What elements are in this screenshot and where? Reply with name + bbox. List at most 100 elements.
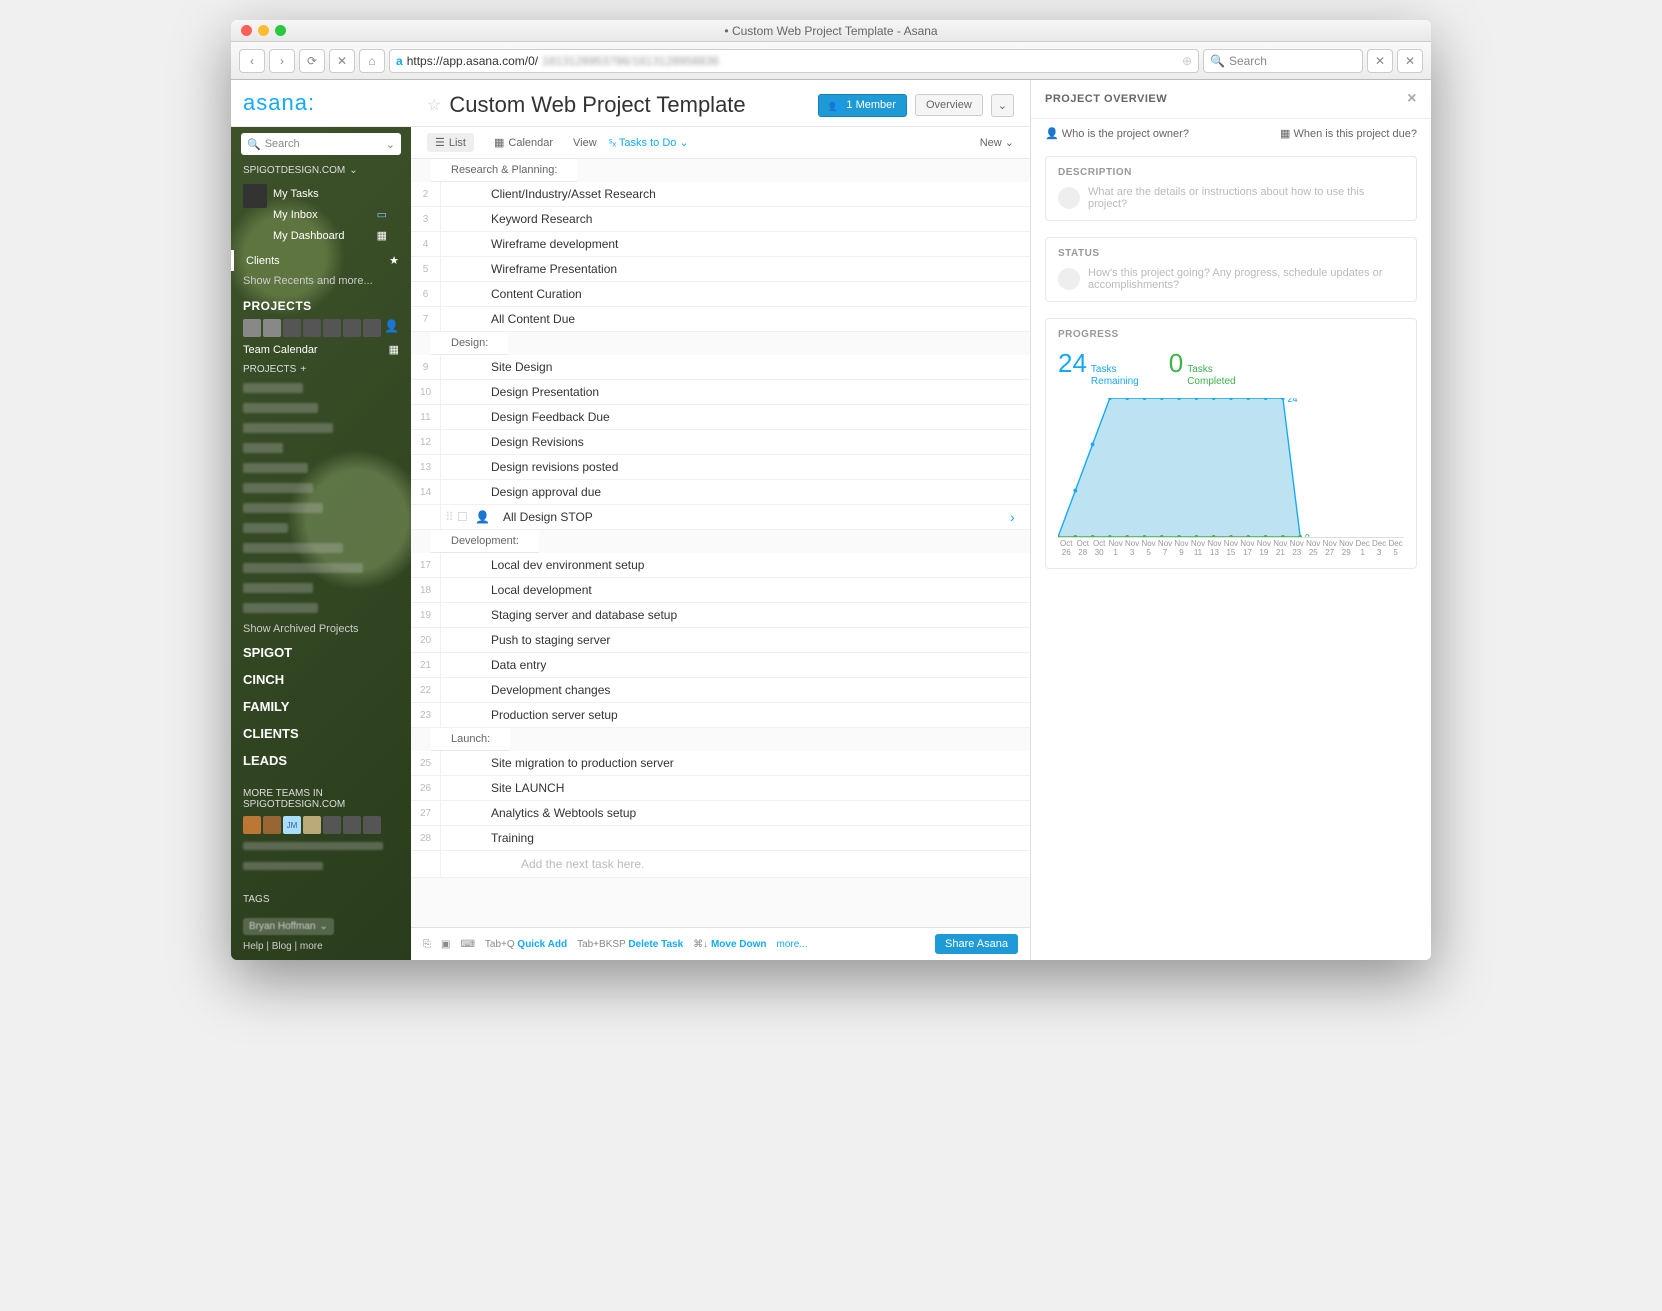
task-row-selected[interactable]: ⠿☐👤All Design STOP› [411,505,1030,530]
task-title[interactable]: All Content Due [441,307,1030,331]
task-title[interactable]: Site LAUNCH [441,776,1030,800]
task-row[interactable]: 14Design approval due [411,480,1030,505]
extension-button[interactable]: ✕ [1397,49,1423,73]
task-row[interactable]: 18Local development [411,578,1030,603]
more-shortcuts[interactable]: more... [777,939,808,950]
stop-button[interactable]: ✕ [329,49,355,73]
task-row[interactable]: 12Design Revisions [411,430,1030,455]
task-row[interactable]: 19Staging server and database setup [411,603,1030,628]
task-row[interactable]: 28Training [411,826,1030,851]
task-row[interactable]: 27Analytics & Webtools setup [411,801,1030,826]
bookmark-button[interactable]: ✕ [1367,49,1393,73]
task-title[interactable]: Push to staging server [441,628,1030,652]
team-leads[interactable]: LEADS [231,747,411,774]
project-item[interactable] [231,559,411,579]
sidebar-search[interactable]: 🔍 Search ⌄ [241,133,401,155]
user-menu[interactable]: Bryan Hoffman⌄ [243,918,334,935]
card-icon[interactable]: ▣ [441,939,450,950]
drag-handle-icon[interactable]: ⠿ [441,510,457,524]
add-task-placeholder[interactable]: Add the next task here. [441,851,654,877]
task-title[interactable]: Site migration to production server [441,751,1030,775]
overview-button[interactable]: Overview [915,94,983,116]
tasks-filter[interactable]: ˢₓ Tasks to Do ⌄ [609,136,689,149]
task-title[interactable]: All Design STOP [493,505,1010,529]
task-title[interactable]: Site Design [441,355,1030,379]
task-title[interactable]: Design Feedback Due [441,405,1030,429]
team-family[interactable]: FAMILY [231,693,411,720]
expand-icon[interactable]: ⎘ [423,939,431,950]
task-title[interactable]: Client/Industry/Asset Research [441,182,1030,206]
details-arrow-icon[interactable]: › [1010,509,1030,525]
assignee-icon[interactable]: 👤 [475,510,493,524]
task-row[interactable]: 21Data entry [411,653,1030,678]
task-title[interactable]: Staging server and database setup [441,603,1030,627]
task-title[interactable]: Production server setup [441,703,1030,727]
team-cinch[interactable]: CINCH [231,666,411,693]
project-due-field[interactable]: ▦ When is this project due? [1280,127,1417,140]
task-title[interactable]: Design approval due [441,480,1030,504]
description-box[interactable]: DESCRIPTION What are the details or inst… [1045,156,1417,221]
project-menu-button[interactable]: ⌄ [991,94,1014,117]
section-header[interactable]: Development: [431,530,539,553]
task-row[interactable]: 22Development changes [411,678,1030,703]
task-title[interactable]: Keyword Research [441,207,1030,231]
back-button[interactable]: ‹ [239,49,265,73]
section-header[interactable]: Design: [431,332,508,355]
project-item[interactable] [231,459,411,479]
task-title[interactable]: Design Presentation [441,380,1030,404]
task-title[interactable]: Analytics & Webtools setup [441,801,1030,825]
nav-my-tasks[interactable]: My Tasks [273,184,399,204]
project-item[interactable] [231,379,411,399]
project-item[interactable] [231,479,411,499]
home-button[interactable]: ⌂ [359,49,385,73]
nav-clients[interactable]: Clients★ [231,250,411,271]
team-clients[interactable]: CLIENTS [231,720,411,747]
project-item[interactable] [231,519,411,539]
task-title[interactable]: Wireframe development [441,232,1030,256]
close-panel-icon[interactable]: × [1407,90,1417,108]
asana-logo[interactable]: asana: [231,80,411,127]
new-menu[interactable]: New ⌄ [980,136,1014,149]
team-calendar[interactable]: Team Calendar▦ [231,339,411,360]
add-project-icon[interactable]: + [300,364,306,375]
task-title[interactable]: Design revisions posted [441,455,1030,479]
address-bar[interactable]: a https://app.asana.com/0/ 1813128953786… [389,49,1199,73]
workspace-selector[interactable]: SPIGOTDESIGN.COM ⌄ [231,161,411,180]
task-row[interactable]: 13Design revisions posted [411,455,1030,480]
nav-my-inbox[interactable]: My Inbox▭ [273,204,399,225]
task-row[interactable]: 23Production server setup [411,703,1030,728]
add-member-icon[interactable]: 👤 [384,319,399,337]
reload-button[interactable]: ⟳ [299,49,325,73]
task-row[interactable]: 5Wireframe Presentation [411,257,1030,282]
task-row[interactable]: 20Push to staging server [411,628,1030,653]
task-title[interactable]: Local development [441,578,1030,602]
project-title[interactable]: Custom Web Project Template [449,92,809,118]
task-row[interactable]: 11Design Feedback Due [411,405,1030,430]
project-owner-field[interactable]: 👤 Who is the project owner? [1045,127,1189,140]
task-row[interactable]: 4Wireframe development [411,232,1030,257]
task-title[interactable]: Design Revisions [441,430,1030,454]
nav-my-dashboard[interactable]: My Dashboard▦ [273,225,399,246]
task-title[interactable]: Local dev environment setup [441,553,1030,577]
members-button[interactable]: 👥 1 Member [818,94,907,117]
task-row[interactable]: 6Content Curation [411,282,1030,307]
project-item[interactable] [231,599,411,619]
task-row[interactable]: 17Local dev environment setup [411,553,1030,578]
project-item[interactable] [231,539,411,559]
forward-button[interactable]: › [269,49,295,73]
task-row[interactable]: 10Design Presentation [411,380,1030,405]
task-title[interactable]: Development changes [441,678,1030,702]
project-item[interactable] [231,399,411,419]
show-archived[interactable]: Show Archived Projects [231,619,411,639]
status-box[interactable]: STATUS How's this project going? Any pro… [1045,237,1417,302]
browser-search[interactable]: 🔍 Search [1203,49,1363,73]
calendar-view-tab[interactable]: ▦Calendar [486,133,561,152]
task-row[interactable]: 9Site Design [411,355,1030,380]
show-recents[interactable]: Show Recents and more... [231,271,411,291]
task-row[interactable]: 26Site LAUNCH [411,776,1030,801]
task-list[interactable]: Research & Planning:2Client/Industry/Ass… [411,159,1030,927]
section-header[interactable]: Launch: [431,728,510,751]
task-row[interactable]: 3Keyword Research [411,207,1030,232]
task-title[interactable]: Data entry [441,653,1030,677]
project-item[interactable] [231,419,411,439]
